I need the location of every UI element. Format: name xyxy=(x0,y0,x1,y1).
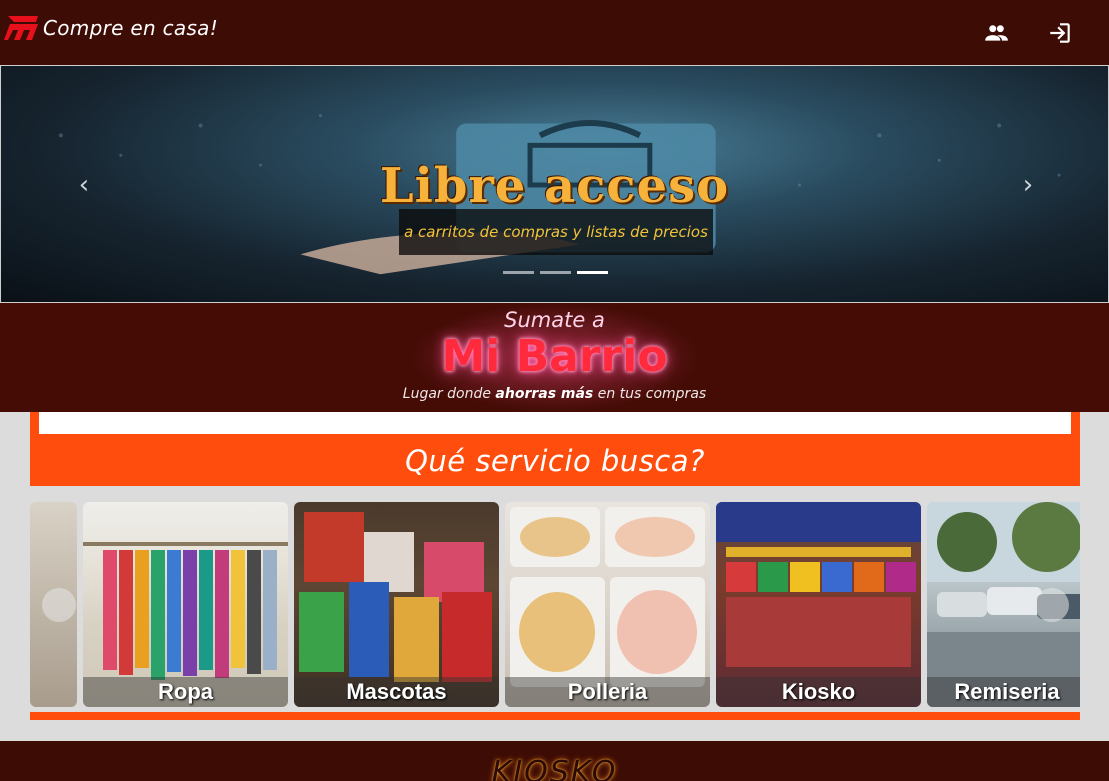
carousel-subtitle: a carritos de compras y listas de precio… xyxy=(399,209,713,255)
service-label: Polleria xyxy=(505,677,710,707)
brand[interactable]: Compre en casa! xyxy=(4,14,218,42)
logo-icon xyxy=(4,16,38,40)
service-label: Kiosko xyxy=(716,677,921,707)
brand-text: Compre en casa! xyxy=(43,16,219,40)
content-frame xyxy=(30,412,1080,438)
carousel-indicators xyxy=(503,271,608,274)
tagline-start: Lugar donde xyxy=(402,386,496,402)
carousel-prev-button[interactable]: ‹ xyxy=(73,172,95,198)
carousel-indicator-active[interactable] xyxy=(577,271,608,274)
mi-barrio-title: Mi Barrio xyxy=(441,331,668,382)
carousel-indicator[interactable] xyxy=(503,271,534,274)
service-label: Mascotas xyxy=(294,677,499,707)
sumate-text: Sumate a xyxy=(504,308,605,332)
service-card-ropa[interactable]: Ropa xyxy=(83,502,288,707)
tagline: Lugar donde ahorras más en tus compras xyxy=(0,386,1109,402)
login-icon[interactable] xyxy=(1047,20,1073,46)
users-icon[interactable] xyxy=(983,20,1009,46)
service-label: Remiseria xyxy=(927,677,1080,707)
top-navbar: Compre en casa! xyxy=(0,0,1109,65)
service-card-kiosko[interactable]: Kiosko xyxy=(716,502,921,707)
tagline-bold: ahorras más xyxy=(495,386,594,402)
mi-barrio-banner: Sumate a Mi Barrio Lugar donde ahorras m… xyxy=(0,303,1109,412)
service-label: Ropa xyxy=(83,677,288,707)
content-frame-inner xyxy=(39,412,1071,434)
service-heading: Qué servicio busca? xyxy=(30,436,1080,486)
service-card-mascotas[interactable]: Mascotas xyxy=(294,502,499,707)
carousel-next-button[interactable]: › xyxy=(1017,172,1039,198)
tagline-end: en tus compras xyxy=(593,386,707,402)
services-next-button[interactable] xyxy=(1035,588,1069,622)
kiosko-title: KIOSKO xyxy=(491,755,618,781)
carousel-title: Libre acceso xyxy=(379,158,730,214)
kiosko-section: KIOSKO xyxy=(0,741,1109,781)
services-prev-button[interactable] xyxy=(42,588,76,622)
carousel-indicator[interactable] xyxy=(540,271,571,274)
service-card-polleria[interactable]: Polleria xyxy=(505,502,710,707)
services-carousel: Ropa Mascotas Polleria Kiosko Remiseria xyxy=(30,502,1080,708)
services-divider xyxy=(30,712,1080,720)
hero-carousel: Libre acceso a carritos de compras y lis… xyxy=(0,65,1109,303)
